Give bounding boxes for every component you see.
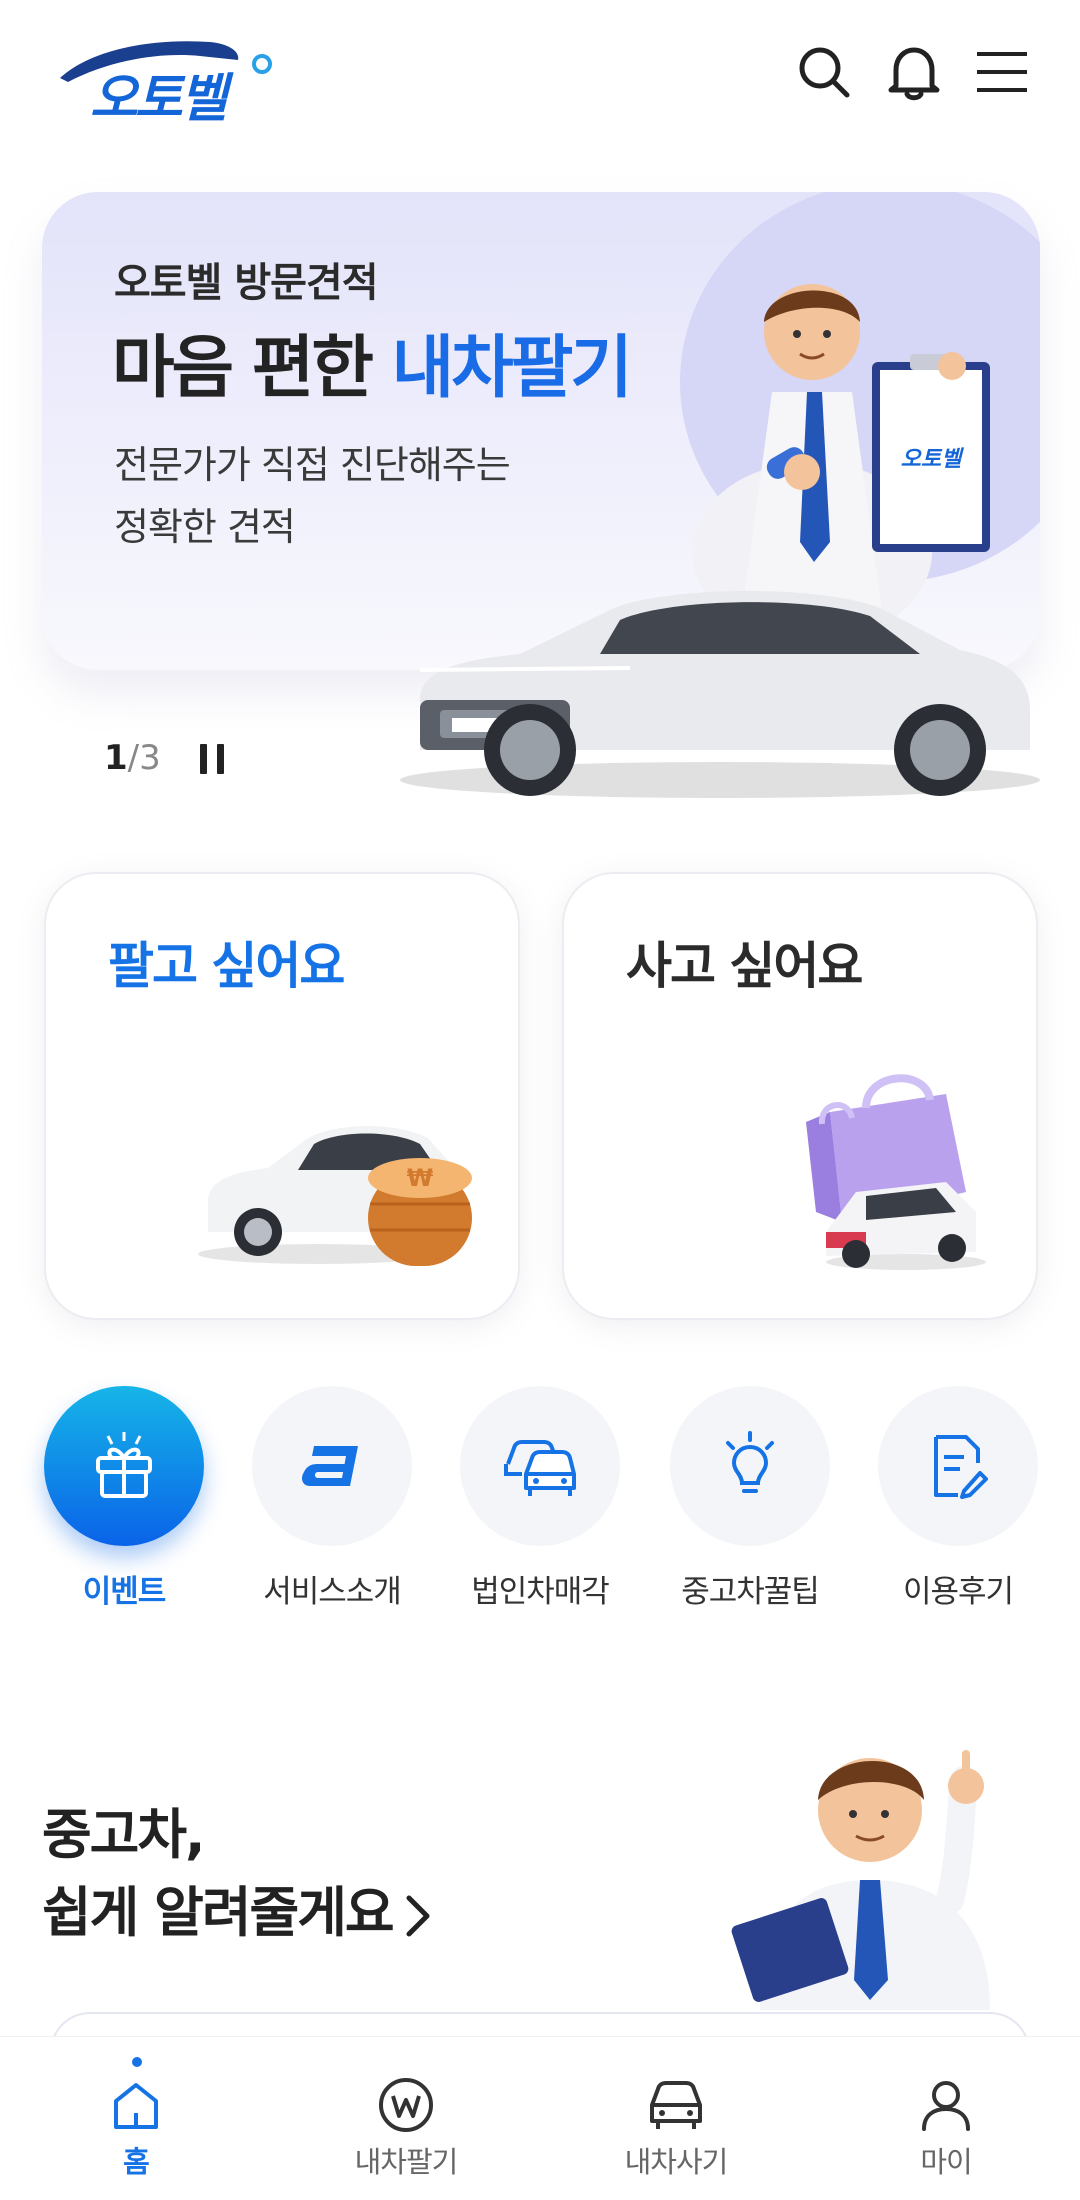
person-icon: [914, 2073, 978, 2137]
home-icon: [104, 2073, 168, 2137]
agent-pointing-illustration: [731, 1750, 990, 2010]
tips-heading-line1: 중고차,: [42, 1803, 206, 1866]
quick-menu-events-label: 이벤트: [82, 1574, 167, 1610]
autobell-a-icon: [252, 1386, 412, 1546]
pager-current: 1: [104, 738, 128, 778]
used-car-tips-heading[interactable]: 중고차, 쉽게 알려줄게요: [42, 1796, 433, 1952]
nav-home-label: 홈: [123, 2145, 150, 2179]
won-icon: [374, 2073, 438, 2137]
buy-card-title: 사고 싶어요: [626, 937, 863, 995]
pager-total: 3: [139, 738, 161, 778]
nav-my-page-label: 마이: [920, 2145, 972, 2179]
cars-icon: [460, 1386, 620, 1546]
gift-icon: [44, 1386, 204, 1546]
quick-menu-corporate-sale-label: 법인차매각: [471, 1574, 610, 1610]
sell-card-title: 팔고 싶어요: [108, 937, 345, 995]
banner-description: 전문가가 직접 진단해주는 정확한 견적: [114, 434, 511, 558]
review-note-icon: [878, 1386, 1038, 1546]
svg-text:₩: ₩: [407, 1164, 434, 1192]
nav-sell-my-car[interactable]: 내차팔기: [306, 2037, 506, 2200]
nav-home[interactable]: 홈: [36, 2037, 236, 2200]
banner-pager: 1/3: [104, 738, 161, 778]
autobell-logo[interactable]: 오토벨: [50, 30, 280, 129]
banner-title-prefix: 마음 편한: [112, 329, 392, 408]
nav-my-page[interactable]: 마이: [846, 2037, 1046, 2200]
buy-car-card[interactable]: 사고 싶어요: [562, 872, 1038, 1320]
quick-menu-reviews[interactable]: 이용후기: [878, 1386, 1038, 1611]
quick-menu-events[interactable]: 이벤트: [44, 1386, 204, 1611]
banner-subtitle: 오토벨 방문견적: [114, 260, 379, 306]
quick-menu-used-car-tips[interactable]: 중고차꿀팁: [670, 1386, 830, 1611]
banner-title: 마음 편한 내차팔기: [112, 312, 633, 411]
tips-heading-line2: 쉽게 알려줄게요: [42, 1881, 395, 1944]
bell-icon[interactable]: [882, 40, 946, 104]
active-indicator-dot: [132, 2057, 142, 2067]
search-icon[interactable]: [792, 40, 856, 104]
app-header: 오토벨: [0, 0, 1080, 160]
car-icon: [644, 2073, 708, 2137]
quick-menu-reviews-label: 이용후기: [902, 1574, 1014, 1610]
lightbulb-icon: [670, 1386, 830, 1546]
banner-description-line1: 전문가가 직접 진단해주는: [114, 443, 511, 487]
banner-description-line2: 정확한 견적: [114, 505, 296, 549]
clipboard-logo: 오토벨: [901, 447, 964, 472]
nav-buy-car-label: 내차사기: [624, 2145, 729, 2179]
pager-separator: /: [127, 738, 140, 778]
sell-car-card[interactable]: 팔고 싶어요 ₩: [44, 872, 520, 1320]
shopping-bag-car-illustration: [806, 1074, 986, 1270]
nav-buy-car[interactable]: 내차사기: [576, 2037, 776, 2200]
bottom-navigation: 홈 내차팔기 내차사기 마이: [0, 2036, 1080, 2200]
quick-menu-service-intro-label: 서비스소개: [263, 1574, 402, 1610]
chevron-right-icon: [406, 1895, 430, 1937]
logo-text: 오토벨: [90, 69, 228, 129]
quick-menu-used-car-tips-label: 중고차꿀팁: [681, 1574, 820, 1610]
quick-menu-service-intro[interactable]: 서비스소개: [252, 1386, 412, 1611]
pause-icon[interactable]: [200, 744, 224, 774]
car-coins-illustration: ₩: [198, 1126, 472, 1266]
nav-sell-my-car-label: 내차팔기: [354, 2145, 459, 2179]
banner-title-highlight: 내차팔기: [391, 329, 633, 408]
sedan-car-illustration: [400, 590, 1040, 798]
quick-menu-corporate-sale[interactable]: 법인차매각: [460, 1386, 620, 1611]
menu-icon[interactable]: [970, 40, 1034, 104]
